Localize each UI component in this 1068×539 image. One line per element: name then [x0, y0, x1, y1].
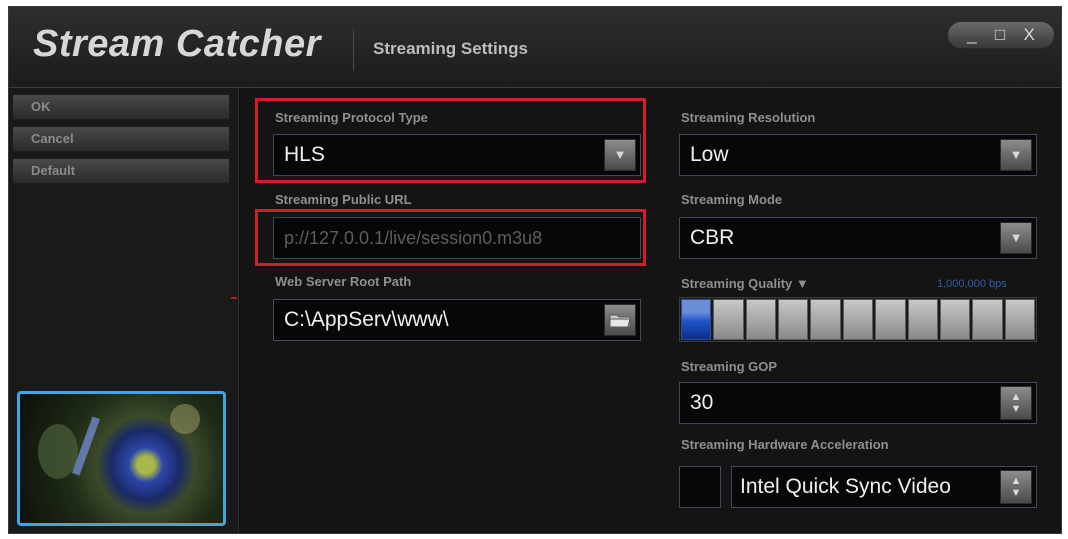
public-url-label: Streaming Public URL — [275, 192, 412, 207]
web-root-value: C:\AppServ\www\ — [284, 308, 449, 331]
mode-dropdown[interactable]: CBR ▼ — [679, 217, 1037, 259]
minimize-button[interactable]: _ — [967, 26, 976, 44]
quality-label[interactable]: Streaming Quality ▼ — [681, 276, 809, 291]
quality-value-text: 1,000,000 bps — [937, 278, 1007, 290]
cancel-button[interactable]: Cancel — [12, 126, 230, 152]
hw-accel-checkbox[interactable] — [679, 466, 721, 508]
quality-segment[interactable] — [745, 299, 777, 340]
ok-button[interactable]: OK — [12, 94, 230, 120]
close-button[interactable]: X — [1023, 26, 1034, 44]
quality-segment[interactable] — [842, 299, 874, 340]
quality-segment[interactable] — [972, 299, 1003, 340]
gop-value: 30 — [690, 391, 714, 414]
chevron-down-icon[interactable]: ▼ — [1000, 139, 1032, 171]
sidebar: OK Cancel Default — [9, 88, 239, 533]
title-separator — [353, 29, 354, 71]
quality-segment[interactable] — [713, 299, 744, 340]
resolution-dropdown[interactable]: Low ▼ — [679, 134, 1037, 176]
page-title: Streaming Settings — [373, 39, 528, 58]
web-root-label: Web Server Root Path — [275, 274, 412, 289]
protocol-highlight-box — [255, 98, 646, 183]
window-controls: _ □ X — [947, 21, 1055, 49]
gop-label: Streaming GOP — [681, 359, 778, 374]
mode-value: CBR — [690, 226, 735, 249]
quality-segment[interactable] — [681, 299, 712, 340]
spin-buttons[interactable]: ▲ ▼ — [1000, 470, 1032, 504]
preview-shape — [170, 404, 200, 434]
stream-catcher-window: Stream Catcher Streaming Settings _ □ X … — [8, 6, 1062, 534]
spin-down-icon[interactable]: ▼ — [1011, 487, 1022, 499]
public-url-highlight-box — [255, 209, 646, 266]
app-title: Stream Catcher — [33, 23, 321, 65]
chevron-down-icon[interactable]: ▼ — [1000, 222, 1032, 254]
quality-segment[interactable] — [939, 299, 971, 340]
maximize-button[interactable]: □ — [995, 26, 1005, 44]
title-bar: Stream Catcher Streaming Settings _ □ X — [9, 7, 1061, 88]
video-preview-thumbnail — [17, 391, 226, 526]
web-root-input[interactable]: C:\AppServ\www\ — [273, 299, 641, 341]
resolution-value: Low — [690, 143, 729, 166]
folder-icon-glyph — [609, 314, 631, 328]
spin-buttons[interactable]: ▲ ▼ — [1000, 386, 1032, 420]
quality-segment[interactable] — [907, 299, 938, 340]
quality-segment[interactable] — [778, 299, 809, 340]
quality-segment[interactable] — [810, 299, 841, 340]
hw-accel-label: Streaming Hardware Acceleration — [681, 437, 889, 452]
folder-icon[interactable] — [604, 304, 636, 336]
spin-up-icon[interactable]: ▲ — [1011, 391, 1022, 403]
default-button[interactable]: Default — [12, 158, 230, 184]
quality-segment[interactable] — [1004, 299, 1035, 340]
spin-up-icon[interactable]: ▲ — [1011, 475, 1022, 487]
marker-tick — [231, 297, 237, 299]
hw-accel-stepper[interactable]: Intel Quick Sync Video ▲ ▼ — [731, 466, 1037, 508]
mode-label: Streaming Mode — [681, 192, 783, 207]
gop-stepper[interactable]: 30 ▲ ▼ — [679, 382, 1037, 424]
quality-slider[interactable] — [679, 297, 1037, 342]
hw-accel-value: Intel Quick Sync Video — [740, 475, 951, 498]
spin-down-icon[interactable]: ▼ — [1011, 403, 1022, 415]
resolution-label: Streaming Resolution — [681, 110, 816, 125]
quality-segment[interactable] — [875, 299, 906, 340]
